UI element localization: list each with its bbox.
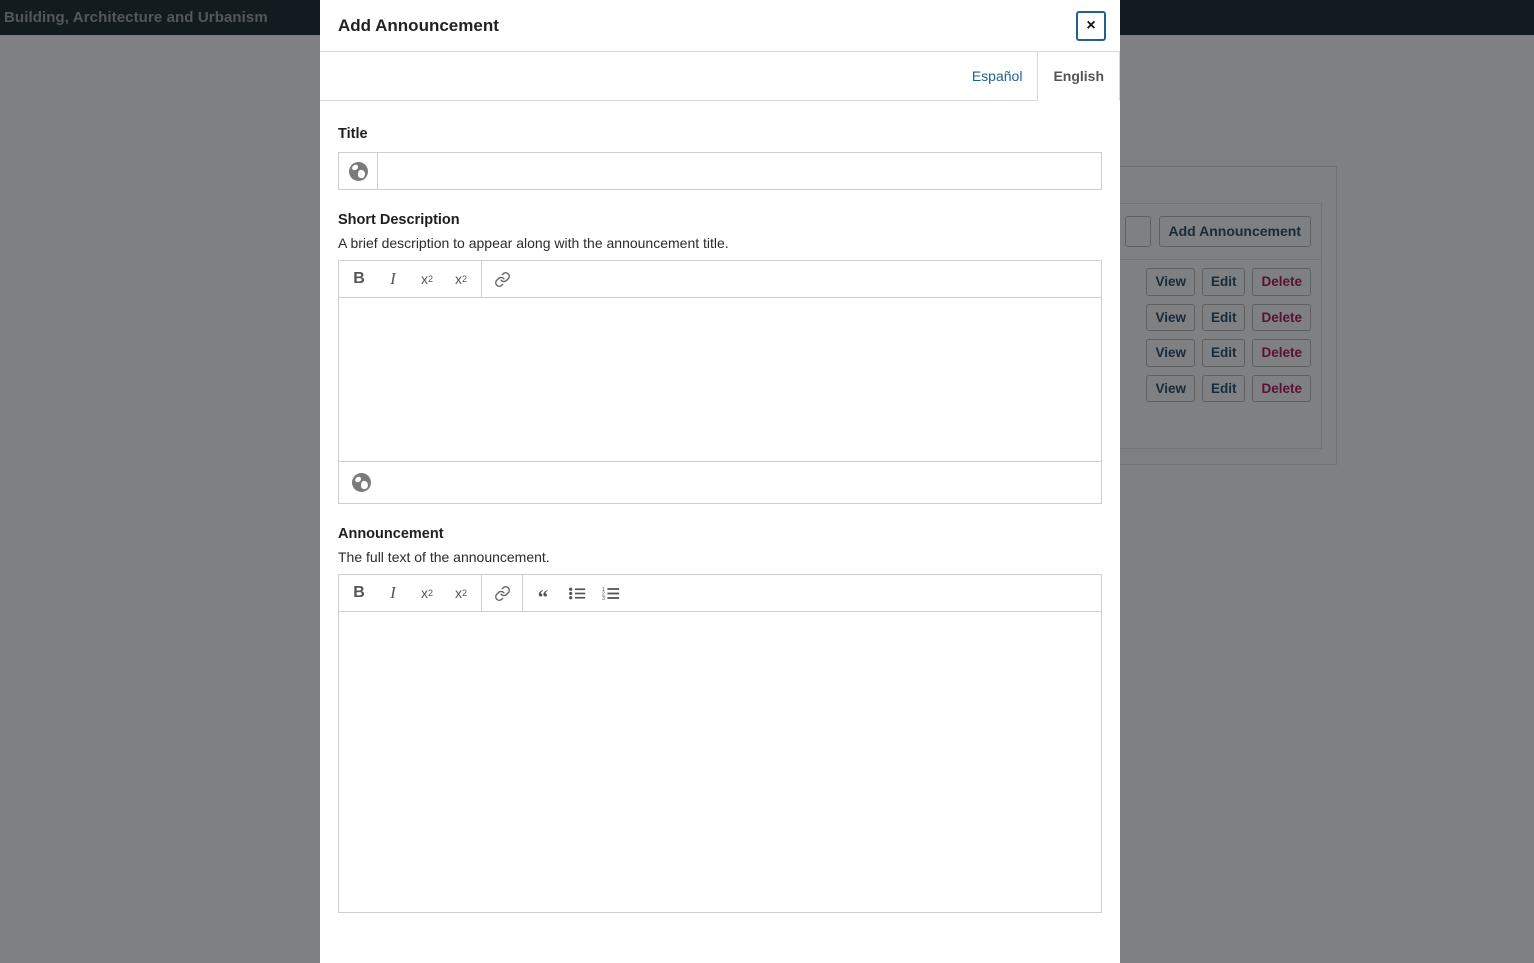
add-announcement-dialog: Add Announcement × Español English Title… xyxy=(320,0,1120,963)
link-icon[interactable] xyxy=(485,261,519,297)
announcement-textarea[interactable] xyxy=(339,612,1101,912)
short-description-toolbar: B I x2 x2 xyxy=(339,261,1101,298)
globe-icon[interactable] xyxy=(352,473,371,492)
short-description-textarea[interactable] xyxy=(339,298,1101,461)
locale-tabs: Español English xyxy=(320,52,1120,101)
title-label: Title xyxy=(338,126,368,142)
short-description-help: A brief description to appear along with… xyxy=(338,235,729,251)
short-description-field-group: Short Description A brief description to… xyxy=(338,212,1102,504)
bold-icon[interactable]: B xyxy=(342,575,376,611)
subscript-icon[interactable]: x2 xyxy=(444,575,478,611)
dialog-title: Add Announcement xyxy=(338,15,499,35)
announcement-field-group: Announcement The full text of the announ… xyxy=(338,526,1102,913)
announcement-toolbar: B I x2 x2 “ 1 2 3 xyxy=(339,575,1101,612)
announcement-help: The full text of the announcement. xyxy=(338,549,550,565)
bulleted-list-icon[interactable] xyxy=(560,575,594,611)
italic-icon[interactable]: I xyxy=(376,261,410,297)
dialog-header: Add Announcement × xyxy=(320,0,1120,52)
title-field-group: Title xyxy=(338,126,1102,190)
superscript-icon[interactable]: x2 xyxy=(410,261,444,297)
italic-icon[interactable]: I xyxy=(376,575,410,611)
close-icon[interactable]: × xyxy=(1076,11,1106,41)
subscript-icon[interactable]: x2 xyxy=(444,261,478,297)
short-description-editor: B I x2 x2 xyxy=(338,260,1102,504)
title-input-group xyxy=(338,152,1102,190)
tab-english[interactable]: English xyxy=(1037,52,1120,101)
svg-text:3: 3 xyxy=(602,596,605,601)
short-description-label: Short Description xyxy=(338,212,460,228)
bold-icon[interactable]: B xyxy=(342,261,376,297)
globe-icon[interactable] xyxy=(338,152,377,190)
numbered-list-icon[interactable]: 1 2 3 xyxy=(594,575,628,611)
blockquote-icon[interactable]: “ xyxy=(526,575,560,611)
announcement-editor: B I x2 x2 “ 1 2 3 xyxy=(338,574,1102,913)
link-icon[interactable] xyxy=(485,575,519,611)
short-description-locale-footer xyxy=(339,461,1101,503)
superscript-icon[interactable]: x2 xyxy=(410,575,444,611)
announcement-label: Announcement xyxy=(338,526,444,542)
tab-espanol[interactable]: Español xyxy=(957,52,1038,100)
dialog-body: Title Short Description A brief descript… xyxy=(320,101,1120,963)
title-input[interactable] xyxy=(377,152,1102,190)
